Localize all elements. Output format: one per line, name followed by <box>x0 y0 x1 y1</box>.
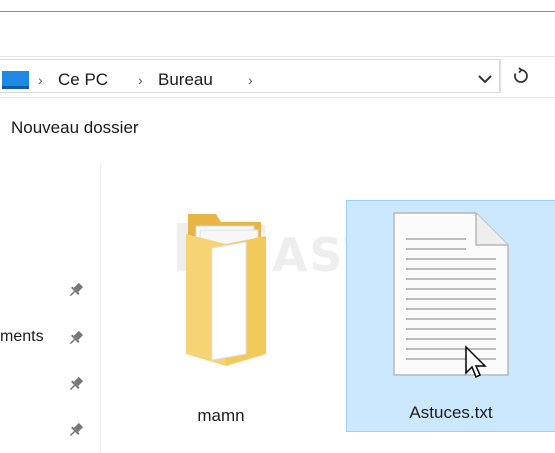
breadcrumb-separator: › <box>248 72 253 88</box>
chevron-down-icon <box>478 75 492 84</box>
pin-icon[interactable] <box>66 280 86 300</box>
mouse-cursor-icon <box>465 345 487 379</box>
command-bar: Nouveau dossier <box>0 96 555 158</box>
file-list: PCASTUCES mamn <box>101 162 555 453</box>
folder-icon <box>186 214 266 366</box>
breadcrumb-ce-pc[interactable]: Ce PC <box>58 60 108 100</box>
pin-icon[interactable] <box>66 328 86 348</box>
navigation-pane: ments <box>0 162 101 453</box>
breadcrumb-separator: › <box>38 72 43 88</box>
file-item-text[interactable]: Astuces.txt <box>346 200 555 432</box>
pc-icon <box>2 71 29 89</box>
file-name: Astuces.txt <box>409 403 493 422</box>
nav-item-documents[interactable]: ments <box>0 328 44 346</box>
file-name: mamn <box>197 406 245 425</box>
file-item-folder[interactable]: mamn <box>151 192 291 430</box>
breadcrumb-separator: › <box>138 72 143 88</box>
refresh-button[interactable] <box>500 59 541 93</box>
pin-icon[interactable] <box>66 420 86 440</box>
pin-icon[interactable] <box>66 374 86 394</box>
breadcrumb-bureau[interactable]: Bureau <box>158 60 213 100</box>
explorer-window: › Ce PC › Bureau › Nouveau dossier ments… <box>0 11 555 453</box>
address-box[interactable]: › Ce PC › Bureau › <box>0 59 500 93</box>
text-file-icon <box>393 212 509 376</box>
new-folder-button[interactable]: Nouveau dossier <box>11 118 139 138</box>
refresh-icon <box>514 67 528 83</box>
address-bar: › Ce PC › Bureau › <box>0 56 555 98</box>
address-dropdown-button[interactable] <box>470 62 500 96</box>
